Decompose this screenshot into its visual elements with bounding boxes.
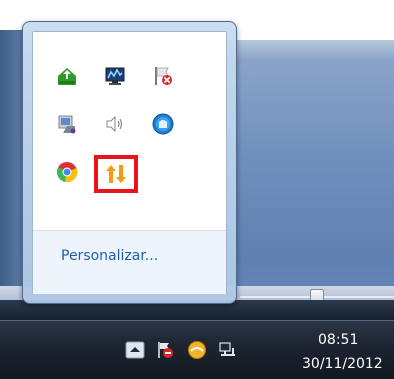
action-center-flag-icon[interactable] <box>151 64 175 88</box>
clock-time: 08:51 <box>318 332 359 348</box>
clock-date: 30/11/2012 <box>302 356 383 372</box>
volume-speaker-icon[interactable] <box>103 112 127 136</box>
desktop-left-edge <box>0 30 22 300</box>
network-wired-icon[interactable] <box>218 340 238 360</box>
device-computer-icon[interactable] <box>55 112 79 136</box>
customize-link[interactable]: Personalizar... <box>61 248 158 264</box>
blue-circle-app-icon[interactable] <box>151 112 175 136</box>
notification-area-overflow-popup: Personalizar... <box>22 21 237 304</box>
overflow-icons-panel: Personalizar... <box>32 31 227 294</box>
show-hidden-icons-arrow-icon[interactable] <box>125 340 145 360</box>
network-monitor-icon[interactable] <box>103 64 127 88</box>
taskbar-clock[interactable]: 08:51 30/11/2012 <box>288 326 394 376</box>
action-center-flag-icon[interactable] <box>155 340 175 360</box>
chrome-icon[interactable] <box>55 160 79 184</box>
green-sync-icon[interactable] <box>55 64 79 88</box>
yellow-clock-app-icon[interactable] <box>187 340 207 360</box>
highlight-annotation-box <box>94 155 138 193</box>
